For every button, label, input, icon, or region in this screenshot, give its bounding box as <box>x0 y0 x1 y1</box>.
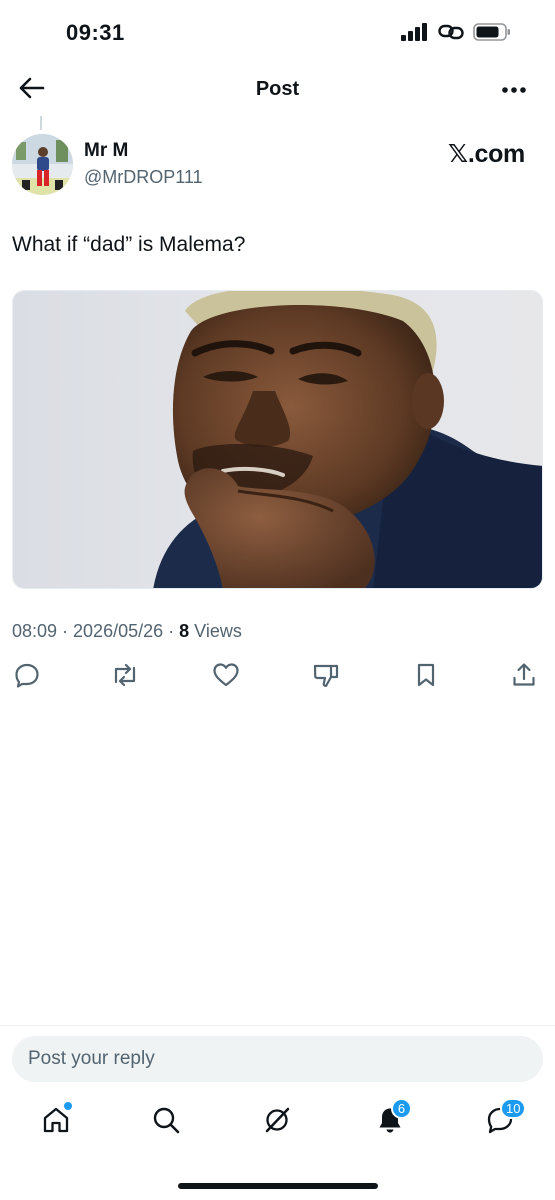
reply-divider <box>0 1025 555 1026</box>
link-icon <box>438 23 464 46</box>
post-timestamp: 08:09 · 2026/05/26 · <box>12 621 180 641</box>
thread-line <box>40 116 42 130</box>
dislike-icon <box>312 662 340 693</box>
status-bar: 09:31 <box>0 0 555 66</box>
messages-badge: 10 <box>500 1098 527 1119</box>
reply-icon <box>14 662 40 693</box>
views-count: 8 <box>179 621 190 641</box>
repost-icon <box>110 662 140 693</box>
status-time: 09:31 <box>66 20 125 45</box>
tab-home[interactable] <box>38 1102 74 1140</box>
like-icon <box>212 662 240 693</box>
author-name[interactable]: Mr M <box>84 140 128 162</box>
views-label: Views <box>189 621 242 641</box>
dislike-button[interactable] <box>311 662 341 692</box>
home-new-dot <box>64 1102 72 1110</box>
home-indicator <box>178 1183 378 1189</box>
share-icon <box>511 662 537 693</box>
tab-notifications[interactable]: 6 <box>372 1098 412 1140</box>
bottom-tab-bar: 6 10 <box>0 1098 555 1158</box>
grok-icon <box>262 1105 292 1140</box>
top-nav: Post <box>0 66 555 114</box>
author-handle[interactable]: @MrDROP111 <box>84 167 203 188</box>
page-title: Post <box>255 78 300 100</box>
like-button[interactable] <box>211 662 241 692</box>
bookmark-icon <box>414 662 438 693</box>
repost-button[interactable] <box>110 662 140 692</box>
post-meta: 08:09 · 2026/05/26 · 8 Views <box>12 621 242 642</box>
tab-messages[interactable]: 10 <box>482 1098 527 1140</box>
tab-search[interactable] <box>148 1104 184 1140</box>
post-text: What if “dad” is Malema? <box>12 233 246 256</box>
avatar[interactable] <box>12 134 73 195</box>
reply-input[interactable] <box>12 1036 543 1082</box>
notifications-badge: 6 <box>391 1098 412 1119</box>
status-icons <box>401 22 511 47</box>
tab-grok[interactable] <box>259 1104 295 1140</box>
bookmark-button[interactable] <box>411 662 441 692</box>
reply-button[interactable] <box>12 662 42 692</box>
brand-watermark: 𝕏.com <box>448 140 525 168</box>
battery-icon <box>473 22 511 47</box>
share-button[interactable] <box>509 662 539 692</box>
signal-icon <box>401 23 429 46</box>
search-icon <box>151 1105 181 1140</box>
more-horizontal-icon <box>501 81 527 99</box>
more-button[interactable] <box>499 76 529 104</box>
post-image[interactable] <box>12 290 543 589</box>
post-actions <box>12 662 543 694</box>
